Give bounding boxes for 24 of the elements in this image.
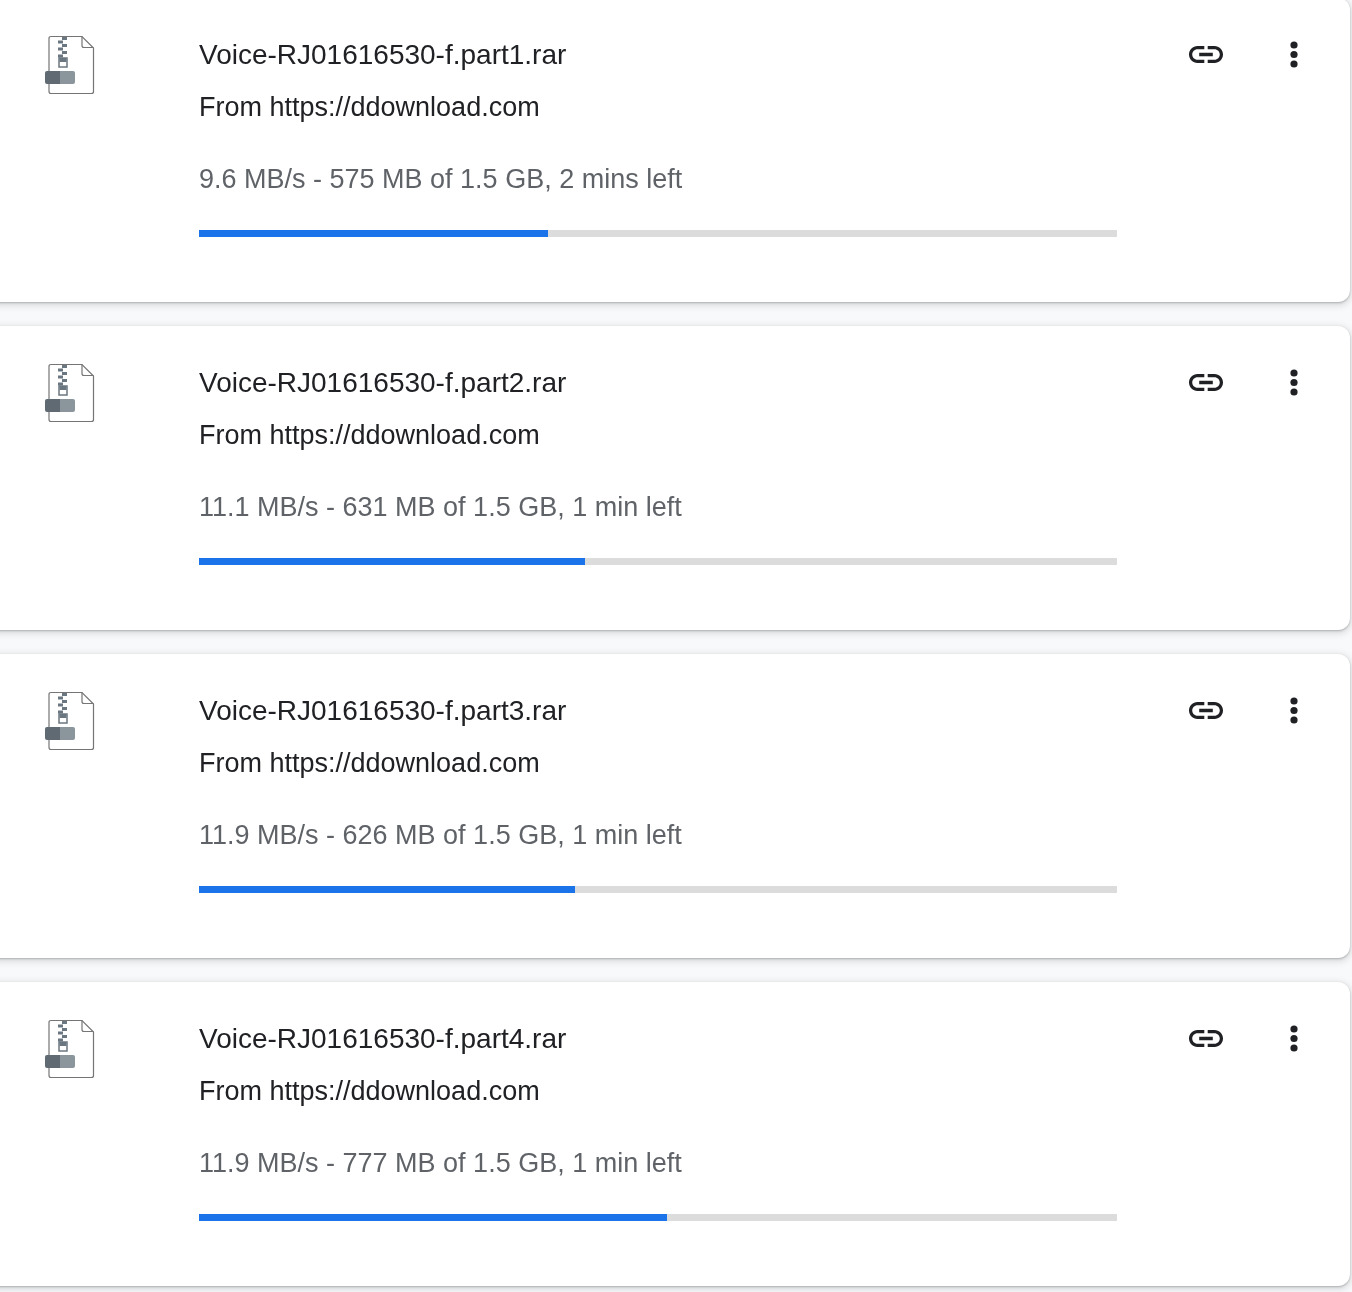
zip-file-icon [45,1019,95,1079]
zip-file-icon [45,363,95,423]
download-status: 11.9 MB/s - 626 MB of 1.5 GB, 1 min left [199,819,682,851]
file-name: Voice-RJ01616530-f.part4.rar [199,1023,567,1055]
source-url: From https://ddownload.com [199,1075,540,1107]
source-url: From https://ddownload.com [199,91,540,123]
link-icon [1189,45,1223,63]
download-status: 9.6 MB/s - 575 MB of 1.5 GB, 2 mins left [199,163,683,195]
more-options-icon [1290,40,1298,68]
more-options-icon [1290,696,1298,724]
link-icon [1189,373,1223,391]
zip-file-icon [45,35,95,95]
file-name: Voice-RJ01616530-f.part3.rar [199,695,567,727]
download-status: 11.9 MB/s - 777 MB of 1.5 GB, 1 min left [199,1147,682,1179]
source-url: From https://ddownload.com [199,419,540,451]
link-icon [1189,1029,1223,1047]
source-url: From https://ddownload.com [199,747,540,779]
file-name: Voice-RJ01616530-f.part2.rar [199,367,567,399]
zip-file-icon [45,691,95,751]
file-name: Voice-RJ01616530-f.part1.rar [199,39,567,71]
more-options-icon [1290,368,1298,396]
more-options-icon [1290,1024,1298,1052]
link-icon [1189,701,1223,719]
download-status: 11.1 MB/s - 631 MB of 1.5 GB, 1 min left [199,491,682,523]
